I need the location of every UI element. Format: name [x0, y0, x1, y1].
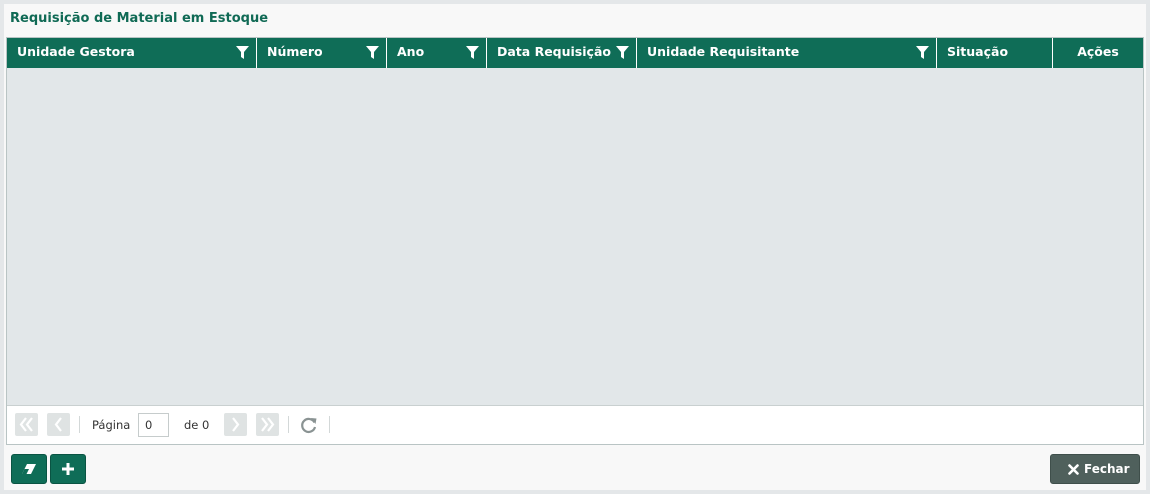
page-count-label: de 0 — [184, 418, 210, 432]
requisicao-window: Requisição de Material em Estoque Unidad… — [4, 4, 1146, 490]
pager-separator — [79, 416, 80, 433]
add-button[interactable] — [50, 454, 86, 484]
eraser-icon — [22, 464, 36, 474]
chevron-right-icon — [232, 417, 240, 432]
requisicao-grid: Unidade Gestora Número Ano Data Requisiç… — [6, 37, 1144, 445]
double-chevron-right-icon — [261, 417, 275, 432]
prev-page-button[interactable] — [47, 413, 70, 436]
close-button[interactable]: Fechar — [1050, 454, 1140, 484]
column-label: Ações — [1077, 44, 1119, 59]
column-label: Unidade Requisitante — [647, 44, 800, 59]
filter-icon[interactable] — [616, 46, 629, 60]
filter-icon[interactable] — [236, 46, 249, 60]
window-title: Requisição de Material em Estoque — [10, 11, 269, 26]
last-page-button[interactable] — [256, 413, 279, 436]
close-icon — [1068, 464, 1079, 475]
grid-header: Unidade Gestora Número Ano Data Requisiç… — [7, 38, 1143, 68]
chevron-left-icon — [54, 417, 62, 432]
column-label: Ano — [397, 44, 425, 59]
column-label: Número — [267, 44, 323, 59]
pager-separator — [329, 416, 330, 433]
double-chevron-left-icon — [19, 417, 33, 432]
clear-button[interactable] — [11, 454, 47, 484]
column-header-ano[interactable]: Ano — [387, 38, 487, 68]
close-button-label: Fechar — [1084, 462, 1130, 476]
column-label: Unidade Gestora — [17, 44, 135, 59]
filter-icon[interactable] — [366, 46, 379, 60]
plus-icon — [62, 463, 74, 475]
pager-toolbar: Página de 0 — [7, 405, 1143, 444]
next-page-button[interactable] — [224, 413, 247, 436]
column-label: Situação — [947, 44, 1009, 59]
filter-icon[interactable] — [466, 46, 479, 60]
filter-icon[interactable] — [916, 46, 929, 60]
column-header-numero[interactable]: Número — [257, 38, 387, 68]
page-number-input[interactable] — [138, 413, 169, 437]
refresh-icon[interactable] — [299, 415, 319, 435]
column-header-data-requisicao[interactable]: Data Requisição — [487, 38, 637, 68]
column-header-situacao[interactable]: Situação — [937, 38, 1053, 68]
column-label: Data Requisição — [497, 44, 611, 59]
pager-separator — [288, 416, 289, 433]
column-header-unidade-requisitante[interactable]: Unidade Requisitante — [637, 38, 937, 68]
column-header-unidade-gestora[interactable]: Unidade Gestora — [7, 38, 257, 68]
grid-body — [7, 68, 1143, 405]
page-label: Página — [92, 418, 131, 432]
column-header-acoes: Ações — [1053, 38, 1143, 68]
first-page-button[interactable] — [15, 413, 38, 436]
